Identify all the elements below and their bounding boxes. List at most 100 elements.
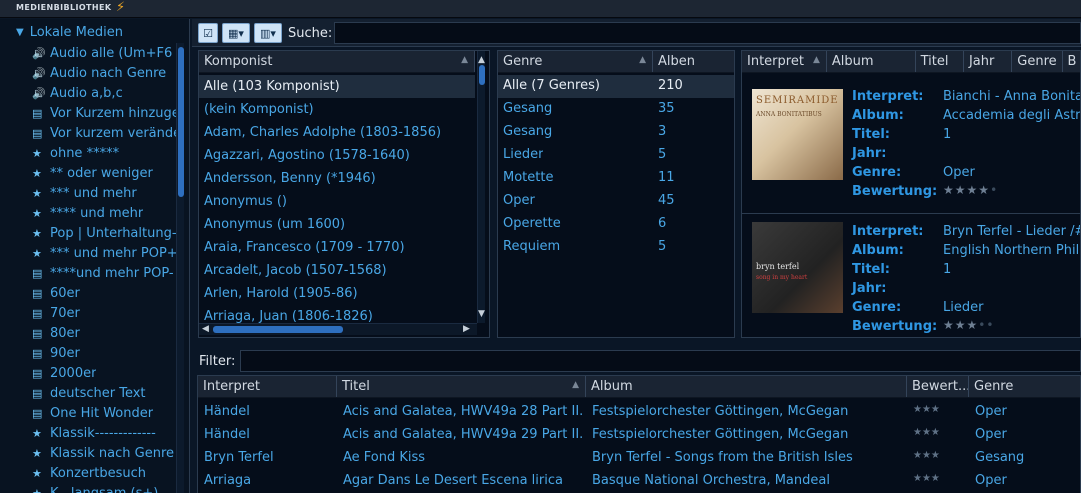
composer-hscroll-thumb[interactable] — [213, 326, 343, 333]
composer-row[interactable]: Arlen, Harold (1905-86) — [199, 282, 475, 305]
column-header-track-1[interactable]: Titel ▲ — [337, 376, 586, 397]
sidebar-item[interactable]: ▤ Vor kurzem veränder — [32, 123, 176, 143]
playlist-changed-icon: ▤ — [32, 126, 43, 140]
composer-row[interactable]: (kein Komponist) — [199, 98, 475, 121]
column-header-b[interactable]: B — [1063, 51, 1080, 72]
playlist-icon: ▤ — [32, 326, 43, 340]
album-header[interactable]: Interpret ▲ Album Titel Jahr Genre B — [742, 51, 1080, 73]
composer-scroll-thumb[interactable] — [479, 65, 485, 85]
sidebar-item[interactable]: ★ K...langsam (s+) — [32, 483, 176, 493]
track-row[interactable]: Bryn Terfel Ae Fond Kiss Bryn Terfel - Son… — [198, 446, 1080, 469]
sidebar-item-label: deutscher Text — [50, 385, 146, 401]
column-header-titel[interactable]: Titel — [916, 51, 964, 72]
genre-row[interactable]: Lieder 5 — [498, 144, 734, 167]
column-header-jahr[interactable]: Jahr — [964, 51, 1013, 72]
genre-album-count: 3 — [658, 124, 667, 139]
sidebar-item[interactable]: ★ **** und mehr — [32, 203, 176, 223]
search-input[interactable] — [334, 22, 1081, 44]
sidebar-item[interactable]: ▤ One Hit Wonder — [32, 403, 176, 423]
genre-row[interactable]: Operette 6 — [498, 213, 734, 236]
track-row[interactable]: Arriaga Agar Dans Le Desert Escena lirica… — [198, 469, 1080, 492]
sidebar-item[interactable]: ▤ Vor Kurzem hinzuge — [32, 103, 176, 123]
column-header-genre[interactable]: Genre — [1012, 51, 1063, 72]
sidebar-item[interactable]: ★ Klassik------------- — [32, 423, 176, 443]
column-header-label: B — [1067, 54, 1077, 69]
column-header-interpret[interactable]: Interpret ▲ — [742, 51, 827, 72]
rating-stars[interactable]: ★★★ — [913, 404, 965, 415]
scroll-up-arrow-icon[interactable]: ▲ — [478, 55, 485, 65]
expand-triangle-icon[interactable]: ▼ — [16, 27, 24, 38]
scroll-right-arrow-icon[interactable]: ▶ — [463, 324, 470, 334]
sidebar-item[interactable]: ▤ 80er — [32, 323, 176, 343]
genre-row[interactable]: Alle (7 Genres) 210 — [498, 75, 734, 98]
composer-row[interactable]: Araia, Francesco (1709 - 1770) — [199, 236, 475, 259]
sidebar-item-label: ** oder weniger — [50, 165, 153, 181]
genre-row[interactable]: Gesang 35 — [498, 98, 734, 121]
composer-row[interactable]: Adam, Charles Adolphe (1803-1856) — [199, 121, 475, 144]
rating-stars[interactable]: ★★★•• — [943, 318, 994, 332]
sidebar-item[interactable]: ▤ 90er — [32, 343, 176, 363]
filter-input[interactable] — [240, 350, 1081, 372]
album-card[interactable]: bryn terfel song in my heart Interpret: Bry… — [742, 213, 1080, 334]
rating-stars[interactable]: ★★★ — [913, 427, 965, 438]
sidebar-item[interactable]: ★ *** und mehr POP+ — [32, 243, 176, 263]
sort-ascending-icon: ▲ — [461, 54, 468, 65]
composer-row[interactable]: Anonymus (um 1600) — [199, 213, 475, 236]
track-row[interactable]: Händel Acis and Galatea, HWV49a 29 Part I… — [198, 423, 1080, 446]
layout-view-button[interactable]: ▦▾ — [222, 23, 250, 43]
composer-row[interactable]: Anonymus () — [199, 190, 475, 213]
rating-stars[interactable]: ★★★ — [913, 450, 965, 461]
sidebar-item[interactable]: ★ Pop | Unterhaltung- — [32, 223, 176, 243]
column-header-track-0[interactable]: Interpret — [198, 376, 337, 397]
genre-name: Gesang — [503, 124, 553, 139]
column-header-komponist[interactable]: Komponist ▲ — [199, 51, 475, 72]
column-header-track-3[interactable]: Bewert... — [907, 376, 969, 397]
column-header-album[interactable]: Album — [827, 51, 916, 72]
genre-header[interactable]: Genre ▲ Alben — [498, 51, 734, 73]
composer-row[interactable]: Alle (103 Komponist) — [199, 75, 475, 98]
composer-row[interactable]: Andersson, Benny (*1946) — [199, 167, 475, 190]
sidebar-item[interactable]: ★ ** oder weniger — [32, 163, 176, 183]
sidebar-scroll-thumb[interactable] — [178, 47, 184, 197]
genre-row[interactable]: Oper 45 — [498, 190, 734, 213]
sidebar-item[interactable]: ★ Konzertbesuch — [32, 463, 176, 483]
genre-panel: Genre ▲ Alben Alle (7 Genres) 210 Gesang 35… — [497, 50, 735, 338]
genre-row[interactable]: Requiem 5 — [498, 236, 734, 259]
sidebar-item[interactable]: ▤ 2000er — [32, 363, 176, 383]
column-header-track-2[interactable]: Album — [586, 376, 907, 397]
scroll-left-arrow-icon[interactable]: ◀ — [202, 324, 209, 334]
composer-hscrollbar[interactable]: ◀ ▶ — [199, 323, 477, 335]
sidebar-item[interactable]: 🔊 Audio alle (Um+F6 — [32, 43, 176, 63]
composer-scrollbar[interactable]: ▲ ▼ — [477, 51, 485, 323]
sidebar-item[interactable]: ★ *** und mehr — [32, 183, 176, 203]
checkbox-view-button[interactable]: ☑ — [198, 23, 218, 43]
sidebar-item[interactable]: 🔊 Audio a,b,c — [32, 83, 176, 103]
sidebar-item[interactable]: ▤ 70er — [32, 303, 176, 323]
album-field-value-genre: Oper — [943, 165, 975, 180]
sidebar-item[interactable]: ▤ 60er — [32, 283, 176, 303]
rating-stars[interactable]: ★★★★• — [943, 183, 998, 197]
album-card[interactable]: SEMIRAMIDE ANNA BONITATIBUS Interpret: Bian… — [742, 87, 1080, 207]
genre-row[interactable]: Gesang 3 — [498, 121, 734, 144]
column-header-genre[interactable]: Genre ▲ — [498, 51, 653, 72]
columns-view-button[interactable]: ▥▾ — [254, 23, 282, 43]
sidebar-item[interactable]: ★ ohne ***** — [32, 143, 176, 163]
sidebar-scrollbar[interactable] — [176, 43, 184, 493]
genre-row[interactable]: Motette 11 — [498, 167, 734, 190]
sidebar-item[interactable]: ▤ ****und mehr POP- — [32, 263, 176, 283]
rating-stars[interactable]: ★★★ — [913, 473, 965, 484]
column-header-alben[interactable]: Alben — [653, 51, 734, 72]
search-label: Suche: — [288, 26, 333, 41]
column-header-track-4[interactable]: Genre — [969, 376, 1080, 397]
tracks-header[interactable]: Interpret Titel ▲ Album Bewert... Genre — [198, 376, 1080, 398]
sidebar-item[interactable]: ★ Klassik nach Genre — [32, 443, 176, 463]
composer-row[interactable]: Agazzari, Agostino (1578-1640) — [199, 144, 475, 167]
track-row[interactable]: Händel Acis and Galatea, HWV49a 28 Part I… — [198, 400, 1080, 423]
tree-root-local-media[interactable]: ▼ Lokale Medien — [16, 23, 123, 41]
sidebar-item[interactable]: 🔊 Audio nach Genre — [32, 63, 176, 83]
sidebar-item-label: K...langsam (s+) — [50, 485, 159, 493]
sidebar-item[interactable]: ▤ deutscher Text — [32, 383, 176, 403]
composer-header[interactable]: Komponist ▲ — [199, 51, 475, 73]
composer-row[interactable]: Arcadelt, Jacob (1507-1568) — [199, 259, 475, 282]
scroll-down-arrow-icon[interactable]: ▼ — [478, 309, 485, 319]
